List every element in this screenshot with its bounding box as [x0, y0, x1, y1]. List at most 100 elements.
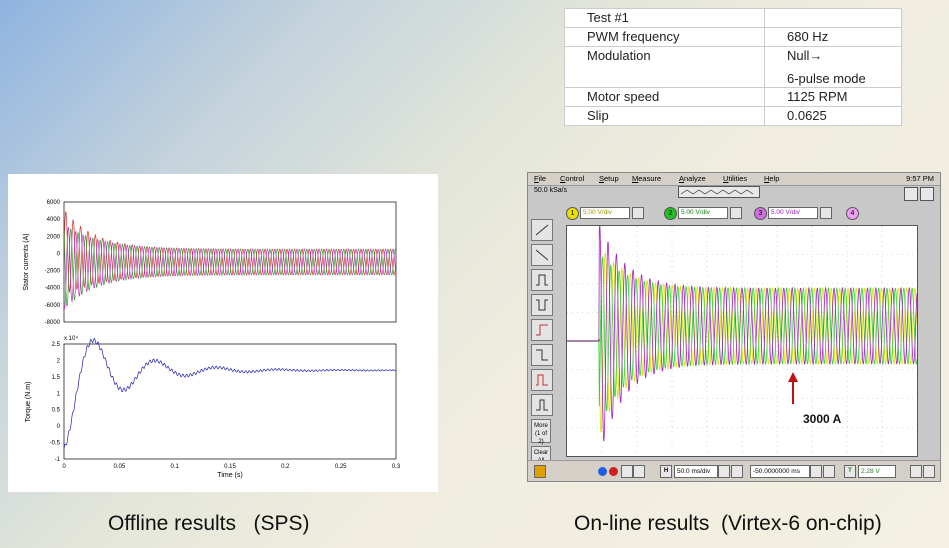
torque-ytick-label: 2: [57, 358, 61, 364]
channel-1-button[interactable]: 1: [566, 207, 579, 220]
trigger-up-button[interactable]: [923, 465, 935, 478]
currents-ytick-label: 0: [57, 251, 61, 257]
param-label: Test #1: [564, 8, 765, 28]
time-xtick-label: 0.05: [113, 464, 125, 470]
table-row: Test #1: [564, 8, 902, 28]
param-label: Motor speed: [564, 87, 765, 107]
delay-right-button[interactable]: [823, 465, 835, 478]
timebase-field[interactable]: 50.0 ms/div: [674, 465, 718, 478]
time-xtick-label: 0: [62, 464, 66, 470]
trigger-level-label: T: [844, 465, 856, 478]
currents-ytick-labels: 6000 4000 2000 0 -2000 -4000 -6000 -8000: [45, 200, 61, 326]
param-value: 1125 RPM: [764, 87, 902, 107]
channel-3-adjust[interactable]: [820, 207, 832, 219]
torque-ytick-labels: 2.5 2 1.5 1 0.5 0 -0.5 -1: [50, 342, 61, 463]
table-row: Modulation Null→ 6-pulse mode: [564, 46, 902, 88]
trigger-down-button[interactable]: [910, 465, 922, 478]
trigger-level-field[interactable]: 2.28 V: [858, 465, 896, 478]
channel-2-adjust[interactable]: [730, 207, 742, 219]
timebase-down-button[interactable]: [718, 465, 730, 478]
falling-edge-button[interactable]: [531, 244, 553, 266]
torque-ytick-label: -1: [55, 457, 61, 463]
offline-results-plot: 6000 4000 2000 0 -2000 -4000 -6000 -8000 2.5 2 1.…: [8, 174, 438, 492]
timebase-up-button[interactable]: [731, 465, 743, 478]
trigger-icon: [534, 465, 546, 478]
channel-3-button[interactable]: 3: [754, 207, 767, 220]
channel-2-button[interactable]: 2: [664, 207, 677, 220]
currents-ytick-label: -6000: [45, 303, 61, 309]
period-button[interactable]: [531, 369, 553, 391]
menu-setup[interactable]: Setup: [599, 174, 619, 183]
modulation-mode: 6-pulse mode: [787, 71, 866, 86]
torque-ytick-label: 1: [57, 391, 61, 397]
scope-display: 3000 A: [566, 225, 918, 457]
scope-clock: 9:57 PM: [906, 174, 934, 183]
param-label: Slip: [564, 106, 765, 126]
torque-axes: [63, 343, 397, 460]
param-value: Null→ 6-pulse mode: [764, 46, 902, 88]
print-icon[interactable]: [621, 465, 633, 478]
param-label: Modulation: [564, 46, 765, 88]
menu-control[interactable]: Control: [560, 174, 584, 183]
menu-analyze[interactable]: Analyze: [679, 174, 706, 183]
menu-measure[interactable]: Measure: [632, 174, 661, 183]
channel-1-adjust[interactable]: [632, 207, 644, 219]
table-row: Motor speed 1125 RPM: [564, 87, 902, 107]
record-red-icon[interactable]: [609, 467, 618, 476]
frequency-button[interactable]: [531, 394, 553, 416]
fall-time-button[interactable]: [531, 344, 553, 366]
record-blue-icon[interactable]: [598, 467, 607, 476]
currents-ytick-label: 2000: [47, 234, 61, 240]
single-button[interactable]: [920, 187, 934, 201]
phase-c-current-line: [63, 226, 397, 310]
param-label: PWM frequency: [564, 27, 765, 47]
time-xtick-label: 0.25: [335, 464, 347, 470]
menu-utilities[interactable]: Utilities: [723, 174, 747, 183]
trigger-waveform-preview: [678, 186, 760, 198]
offline-caption: Offline results (SPS): [108, 512, 310, 535]
rising-edge-button[interactable]: [531, 219, 553, 241]
torque-ytick-label: 2.5: [52, 342, 61, 348]
horizontal-label: H: [660, 465, 672, 478]
channel-bar: 1 5.00 V/div 2 5.00 V/div 3 5.00 V/div 4: [566, 207, 936, 221]
pulse-negative-button[interactable]: [531, 294, 553, 316]
run-stop-button[interactable]: [904, 187, 918, 201]
rise-time-button[interactable]: [531, 319, 553, 341]
channel-3-scale[interactable]: 5.00 V/div: [768, 207, 818, 219]
currents-ytick-label: -2000: [45, 269, 61, 275]
channel-1-scale[interactable]: 5.00 V/div: [580, 207, 630, 219]
torque-ytick-label: 0: [57, 424, 61, 430]
save-icon[interactable]: [633, 465, 645, 478]
torque-ytick-label: -0.5: [50, 441, 61, 447]
modulation-value: Null→: [787, 48, 823, 63]
table-row: PWM frequency 680 Hz: [564, 27, 902, 47]
table-row: Slip 0.0625: [564, 106, 902, 126]
pulse-width-button[interactable]: [531, 269, 553, 291]
time-xtick-labels: 0 0.05 0.1 0.15 0.2 0.25 0.3: [62, 464, 401, 470]
channel-4-button[interactable]: 4: [846, 207, 859, 220]
time-xtick-label: 0.2: [281, 464, 290, 470]
menu-help[interactable]: Help: [764, 174, 779, 183]
current-annotation: 3000 A: [803, 412, 842, 426]
offline-plot-svg: 6000 4000 2000 0 -2000 -4000 -6000 -8000 2.5 2 1.…: [23, 200, 401, 479]
arrow-head-icon: [788, 372, 798, 382]
scope-menubar: File Control Setup Measure Analyze Utili…: [528, 173, 940, 186]
torque-exponent: x 10⁴: [64, 335, 78, 342]
delay-field[interactable]: -50.0000000 ms: [750, 465, 810, 478]
currents-ytick-label: 6000: [47, 200, 61, 206]
currents-ylabel: Stator currents (A): [23, 233, 30, 290]
sample-rate: 50.0 kSa/s: [534, 187, 568, 194]
currents-ytick-label: 4000: [47, 217, 61, 223]
time-xtick-label: 0.3: [392, 464, 401, 470]
param-value: 680 Hz: [764, 27, 902, 47]
scope-bottom-bar: H 50.0 ms/div -50.0000000 ms T 2.28 V: [528, 460, 940, 481]
torque-ytick-label: 1.5: [52, 375, 61, 381]
menu-file[interactable]: File: [534, 174, 546, 183]
currents-ytick-label: -8000: [45, 320, 61, 326]
torque-line: [63, 337, 397, 450]
time-xtick-label: 0.1: [170, 464, 179, 470]
channel-2-scale[interactable]: 5.00 V/div: [678, 207, 728, 219]
delay-left-button[interactable]: [810, 465, 822, 478]
more-button[interactable]: More (1 of 2): [531, 419, 551, 445]
time-xlabel: Time (s): [217, 472, 242, 479]
